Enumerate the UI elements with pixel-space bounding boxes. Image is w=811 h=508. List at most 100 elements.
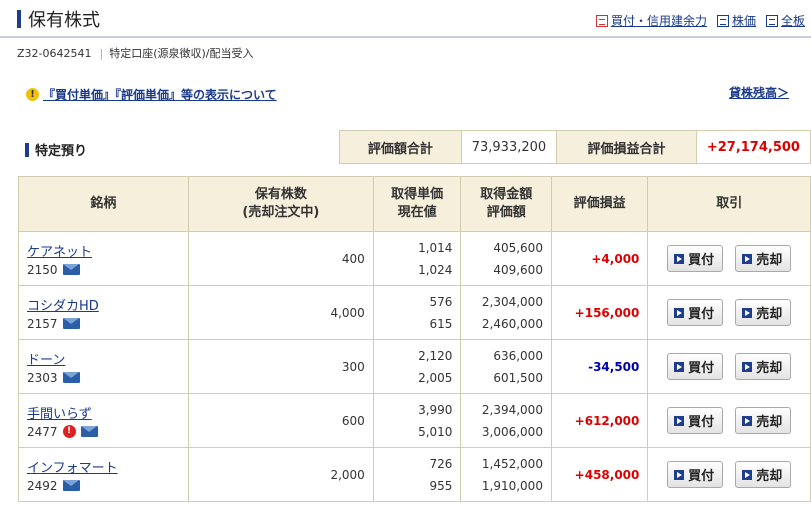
mail-icon[interactable] (62, 318, 80, 329)
total-value: 73,933,200 (460, 130, 558, 164)
full-board-link[interactable]: 全板 (765, 12, 805, 29)
value-amount: 409,600 (493, 262, 543, 277)
buy-button[interactable]: 買付 (667, 245, 724, 272)
header-amount-line2: 評価額 (486, 205, 526, 220)
account-info: Z32-0642541 | 特定口座(源泉徴収)/配当受入 (17, 45, 254, 61)
holdings-table: 銘柄 保有株数 (売却注文中) 取得単価 現在値 取得金額 評価額 評価損益 取引 ケ… (18, 176, 811, 502)
qty-cell: 300 (187, 339, 374, 394)
play-icon (742, 307, 753, 318)
section-title: 特定預り (35, 144, 88, 159)
total-pl: +27,174,500 (695, 130, 811, 164)
header-price: 取得単価 現在値 (372, 176, 462, 232)
pl-cell: +156,000 (550, 285, 649, 340)
price-cell: 3,990 5,010 (372, 393, 462, 448)
sell-label: 売却 (756, 253, 783, 268)
stock-cell: インフォマート 2492 (18, 447, 189, 502)
stock-name-link[interactable]: コシダカHD (27, 295, 180, 314)
stock-code: 2477 (27, 424, 58, 439)
amount-cell: 1,452,000 1,910,000 (460, 447, 552, 502)
price-display-notice-link[interactable]: 『買付単価』『評価単価』等の表示について (43, 86, 277, 103)
action-cell: 買付 売却 (647, 339, 811, 394)
play-icon (674, 415, 685, 426)
sell-button[interactable]: 売却 (735, 353, 792, 380)
value-amount: 3,006,000 (481, 424, 543, 439)
mail-icon[interactable] (62, 480, 80, 491)
alert-icon[interactable]: ! (62, 425, 76, 438)
value-amount: 1,910,000 (481, 478, 543, 493)
value-amount: 2,460,000 (481, 316, 543, 331)
stock-code: 2492 (27, 478, 58, 493)
sell-button[interactable]: 売却 (735, 299, 792, 326)
total-pl-label: 評価損益合計 (556, 130, 697, 164)
stock-cell: ドーン 2303 (18, 339, 189, 394)
cost-amount: 405,600 (493, 240, 543, 255)
buy-button[interactable]: 買付 (667, 299, 724, 326)
mail-icon[interactable] (62, 372, 80, 383)
stock-price-label: 株価 (731, 14, 756, 28)
amount-cell: 405,600 409,600 (460, 231, 552, 286)
play-icon (742, 253, 753, 264)
action-cell: 買付 売却 (647, 393, 811, 448)
sell-label: 売却 (756, 307, 783, 322)
current-price: 5,010 (418, 424, 453, 439)
stock-price-link[interactable]: 株価 (716, 12, 756, 29)
stock-code: 2150 (27, 262, 58, 277)
buying-power-link[interactable]: 買付・信用建余力 (595, 12, 707, 29)
stock-cell: ケアネット 2150 (18, 231, 189, 286)
sell-button[interactable]: 売却 (735, 407, 792, 434)
stock-code-line: 2150 (27, 263, 180, 277)
notice: ! 『買付単価』『評価単価』等の表示について (26, 86, 277, 103)
play-icon (674, 469, 685, 480)
sell-label: 売却 (756, 415, 783, 430)
separator: | (99, 47, 104, 60)
stock-code-line: 2303 (27, 371, 180, 385)
price-cell: 1,014 1,024 (372, 231, 462, 286)
pl-cell: +4,000 (550, 231, 649, 286)
sell-button[interactable]: 売却 (735, 461, 792, 488)
table-row: 手間いらず 2477! 600 3,990 5,010 2,394,000 3,006,00… (18, 393, 811, 448)
buy-button[interactable]: 買付 (667, 353, 724, 380)
header-qty-line2: (売却注文中) (242, 205, 320, 220)
stock-name-link[interactable]: ドーン (27, 349, 180, 368)
title-accent-bar (17, 10, 21, 28)
table-row: ケアネット 2150 400 1,014 1,024 405,600 409,600 +4,0… (18, 231, 811, 286)
current-price: 2,005 (418, 370, 453, 385)
cost-price: 1,014 (418, 240, 453, 255)
qty-cell: 4,000 (187, 285, 374, 340)
current-price: 955 (429, 478, 453, 493)
stock-name-link[interactable]: インフォマート (27, 457, 180, 476)
buy-label: 買付 (688, 415, 715, 430)
cost-amount: 1,452,000 (481, 456, 543, 471)
page-header: 保有株式 買付・信用建余力 株価 全板 (0, 0, 811, 38)
mail-icon[interactable] (62, 264, 80, 275)
play-icon (674, 253, 685, 264)
stock-code-line: 2157 (27, 317, 180, 331)
current-price: 615 (429, 316, 453, 331)
action-cell: 買付 売却 (647, 285, 811, 340)
cost-amount: 636,000 (493, 348, 543, 363)
cost-amount: 2,394,000 (481, 402, 543, 417)
table-row: インフォマート 2492 2,000 726 955 1,452,000 1,910,000… (18, 447, 811, 502)
stock-name-link[interactable]: 手間いらず (27, 403, 180, 422)
lending-balance-link[interactable]: 貸株残高＞ (729, 84, 789, 101)
buy-label: 買付 (688, 361, 715, 376)
sell-button[interactable]: 売却 (735, 245, 792, 272)
header-amount: 取得金額 評価額 (460, 176, 552, 232)
list-icon (765, 14, 778, 27)
price-cell: 2,120 2,005 (372, 339, 462, 394)
full-board-label: 全板 (780, 14, 805, 28)
buy-button[interactable]: 買付 (667, 461, 724, 488)
header-price-line1: 取得単価 (391, 187, 444, 202)
cost-price: 576 (429, 294, 453, 309)
play-icon (742, 415, 753, 426)
page-title: 保有株式 (28, 10, 100, 31)
header-amount-line1: 取得金額 (480, 187, 533, 202)
cost-price: 726 (429, 456, 453, 471)
qty-cell: 400 (187, 231, 374, 286)
buy-button[interactable]: 買付 (667, 407, 724, 434)
table-header-row: 銘柄 保有株数 (売却注文中) 取得単価 現在値 取得金額 評価額 評価損益 取引 (18, 176, 811, 232)
buy-label: 買付 (688, 469, 715, 484)
stock-name-link[interactable]: ケアネット (27, 241, 180, 260)
mail-icon[interactable] (80, 426, 98, 437)
pl-cell: -34,500 (550, 339, 649, 394)
